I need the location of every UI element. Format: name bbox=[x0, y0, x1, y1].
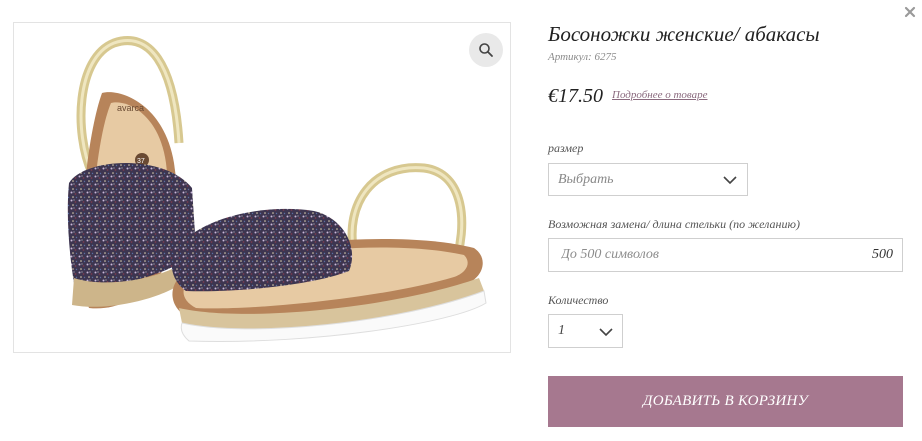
product-details-link[interactable]: Подробнее о товаре bbox=[612, 89, 708, 101]
size-label: размер bbox=[548, 141, 584, 155]
sandals-illustration: avarca 37 bbox=[67, 36, 487, 342]
product-sku: Артикул: 6275 bbox=[548, 51, 617, 63]
zoom-button[interactable] bbox=[469, 33, 503, 67]
insole-label: Возможная замена/ длина стельки (по жела… bbox=[548, 217, 800, 231]
chevron-down-icon bbox=[723, 176, 737, 185]
insole-char-counter: 500 bbox=[872, 247, 893, 262]
insole-input[interactable] bbox=[559, 239, 843, 271]
close-button[interactable] bbox=[902, 4, 918, 20]
quantity-label: Количество bbox=[548, 293, 609, 307]
size-select[interactable]: Выбрать bbox=[548, 163, 748, 196]
product-price: €17.50 bbox=[548, 85, 603, 107]
insole-field[interactable]: 500 bbox=[548, 238, 903, 272]
close-icon bbox=[904, 6, 916, 18]
quantity-select[interactable]: 1 bbox=[548, 314, 623, 348]
product-title: Босоножки женские/ абакасы bbox=[548, 22, 820, 46]
brand-imprint: avarca bbox=[117, 103, 144, 113]
chevron-down-icon bbox=[599, 328, 613, 337]
zoom-icon bbox=[479, 43, 493, 57]
product-image: avarca 37 bbox=[13, 22, 511, 353]
quantity-selected-value: 1 bbox=[558, 323, 565, 338]
size-selected-value: Выбрать bbox=[558, 172, 614, 187]
add-to-cart-button[interactable]: ДОБАВИТЬ В КОРЗИНУ bbox=[548, 376, 903, 427]
